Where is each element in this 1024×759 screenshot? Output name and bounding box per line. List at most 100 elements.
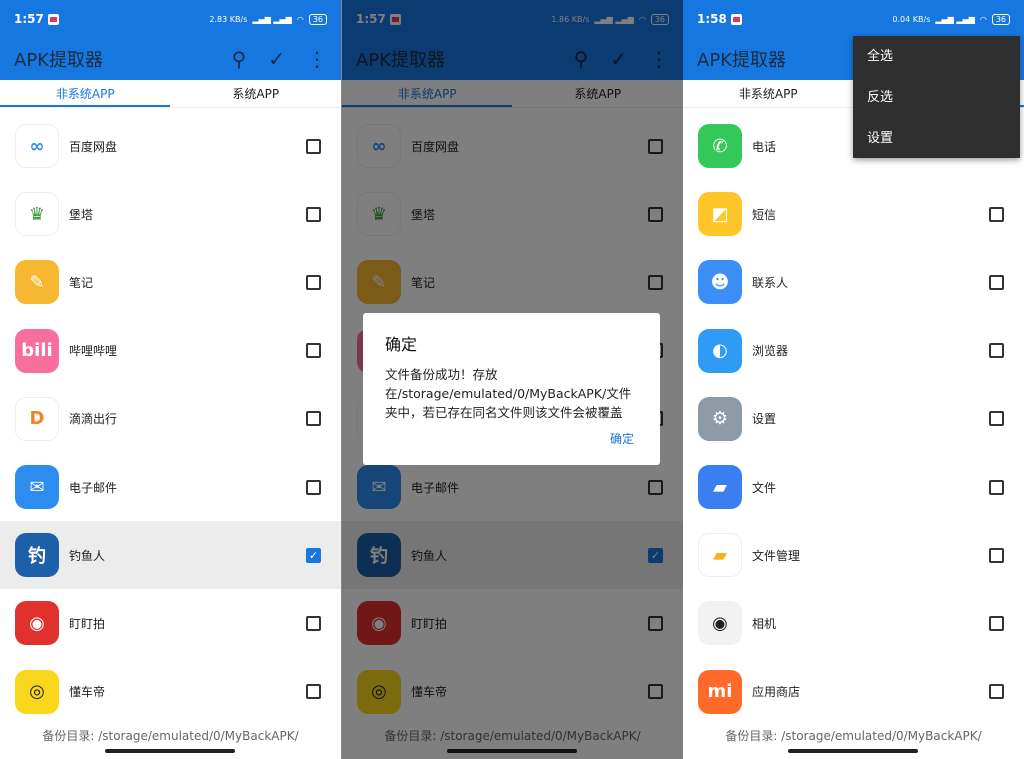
app-row[interactable]: ♛ 堡塔 (0, 180, 341, 248)
tab-system-app[interactable]: 系统APP (171, 80, 342, 107)
app-icon: ▰ (698, 465, 742, 510)
app-row[interactable]: D 滴滴出行 (0, 385, 341, 453)
success-dialog: 确定 文件备份成功！存放在/storage/emulated/0/MyBackA… (363, 313, 660, 465)
menu-item[interactable]: 反选 (853, 77, 1020, 118)
menu-item[interactable]: 设置 (853, 118, 1020, 159)
wifi-icon: ◠ (296, 14, 304, 24)
app-icon: ✆ (698, 124, 742, 169)
phone-screen-3: 1:58 0.04 KB/s ▂▄▆ ▂▄▆◠ 36 APK提取器 ⚲✓⋮ 非系… (683, 0, 1024, 759)
check-all-icon[interactable]: ✓ (268, 47, 285, 71)
app-toolbar: APK提取器 ⚲ ✓ ⋮ (0, 38, 341, 80)
app-checkbox[interactable] (306, 684, 321, 700)
app-name: 电话 (752, 139, 777, 154)
app-checkbox[interactable]: ✓ (306, 547, 321, 563)
notification-icon (47, 13, 59, 25)
app-row[interactable]: ∞ 百度网盘 (0, 112, 341, 180)
status-time: 1:57 (14, 12, 44, 26)
phone-screen-2: 1:57 1.86 KB/s ▂▄▆ ▂▄▆◠ 36 APK提取器 ⚲✓⋮ 非系… (342, 0, 683, 759)
home-indicator[interactable] (788, 749, 918, 753)
app-icon: ◉ (15, 601, 59, 646)
app-title: APK提取器 (14, 50, 103, 71)
app-name: 笔记 (69, 275, 94, 290)
app-icon: ◩ (698, 192, 742, 237)
app-icon: ∞ (15, 124, 59, 169)
app-icon: ✎ (15, 260, 59, 305)
app-checkbox[interactable] (989, 684, 1004, 700)
more-menu-icon[interactable]: ⋮ (307, 47, 327, 71)
app-name: 设置 (752, 412, 777, 427)
app-icon: ♛ (15, 192, 59, 237)
app-checkbox[interactable] (306, 274, 321, 290)
menu-item[interactable]: 全选 (853, 36, 1020, 77)
app-name: 文件管理 (752, 548, 801, 563)
app-checkbox[interactable] (306, 411, 321, 427)
backup-dir-label: 备份目录: /storage/emulated/0/MyBackAPK/ (42, 729, 299, 743)
app-name: 电子邮件 (69, 480, 118, 495)
app-row[interactable]: mi 应用商店 (683, 658, 1024, 726)
app-checkbox[interactable] (306, 343, 321, 359)
app-checkbox[interactable] (989, 411, 1004, 427)
dialog-message: 文件备份成功！存放在/storage/emulated/0/MyBackAPK/… (385, 367, 632, 420)
app-checkbox[interactable] (989, 615, 1004, 631)
app-name: 堡塔 (69, 207, 94, 222)
status-bar: 1:57 2.83 KB/s ▂▄▆ ▂▄▆ ◠ 36 (0, 0, 341, 38)
status-time: 1:58 (697, 12, 727, 26)
tab-bar: 非系统APP 系统APP (0, 80, 341, 108)
app-title: APK提取器 (697, 50, 786, 71)
app-row[interactable]: 钓 钓鱼人 ✓ (0, 521, 341, 590)
dialog-ok-button[interactable]: 确定 (610, 430, 634, 447)
app-name: 钓鱼人 (69, 548, 106, 563)
app-list: ∞ 百度网盘 ♛ 堡塔 ✎ 笔记 bili 哔哩哔哩 D 滴滴出行 ✉ 电子邮件… (0, 112, 341, 726)
app-icon: ⚙ (698, 396, 742, 441)
tab-non-system-app[interactable]: 非系统APP (0, 80, 171, 107)
app-row[interactable]: ◩ 短信 (683, 180, 1024, 248)
app-icon: 钓 (15, 533, 59, 578)
app-checkbox[interactable] (306, 138, 321, 154)
app-row[interactable]: ◉ 相机 (683, 589, 1024, 657)
app-row[interactable]: ▰ 文件管理 (683, 521, 1024, 589)
app-row[interactable]: bili 哔哩哔哩 (0, 317, 341, 385)
app-icon: ✉ (15, 465, 59, 510)
app-name: 滴滴出行 (69, 412, 118, 427)
app-row[interactable]: ▰ 文件 (683, 453, 1024, 521)
app-name: 懂车帝 (69, 685, 106, 700)
app-name: 相机 (752, 616, 777, 631)
app-row[interactable]: ✉ 电子邮件 (0, 453, 341, 521)
app-name: 文件 (752, 480, 777, 495)
app-row[interactable]: ☻ 联系人 (683, 248, 1024, 316)
battery-icon: 36 (991, 13, 1010, 25)
backup-dir-label: 备份目录: /storage/emulated/0/MyBackAPK/ (725, 729, 982, 743)
app-checkbox[interactable] (989, 547, 1004, 563)
search-icon[interactable]: ⚲ (232, 47, 247, 71)
tab-non-system-app[interactable]: 非系统APP (683, 80, 854, 107)
status-bar: 1:58 0.04 KB/s ▂▄▆ ▂▄▆ ◠ 36 (683, 0, 1024, 38)
app-icon: bili (15, 328, 59, 373)
app-checkbox[interactable] (989, 206, 1004, 222)
app-row[interactable]: ✎ 笔记 (0, 248, 341, 316)
app-name: 哔哩哔哩 (69, 344, 118, 359)
app-name: 联系人 (752, 275, 789, 290)
app-row[interactable]: ◉ 盯盯拍 (0, 589, 341, 657)
app-icon: ▰ (698, 533, 742, 578)
app-icon: ◉ (698, 601, 742, 646)
app-name: 浏览器 (752, 344, 789, 359)
app-row[interactable]: ◎ 懂车帝 (0, 658, 341, 726)
phone-screen-1: 1:57 2.83 KB/s ▂▄▆ ▂▄▆ ◠ 36 APK提取器 ⚲ ✓ ⋮ 非系… (0, 0, 341, 759)
app-icon: ◎ (15, 669, 59, 714)
app-row[interactable]: ⚙ 设置 (683, 385, 1024, 453)
app-checkbox[interactable] (306, 206, 321, 222)
app-checkbox[interactable] (989, 479, 1004, 495)
network-speed: 0.04 KB/s (892, 14, 931, 24)
app-checkbox[interactable] (989, 343, 1004, 359)
app-icon: mi (698, 669, 742, 714)
app-checkbox[interactable] (989, 274, 1004, 290)
signal-icon: ▂▄▆ ▂▄▆ (252, 14, 292, 24)
app-checkbox[interactable] (306, 615, 321, 631)
overflow-menu: 全选 反选 设置 (853, 36, 1020, 158)
app-row[interactable]: ◐ 浏览器 (683, 317, 1024, 385)
app-checkbox[interactable] (306, 479, 321, 495)
home-indicator[interactable] (105, 749, 235, 753)
network-speed: 2.83 KB/s (209, 14, 248, 24)
notification-icon (730, 13, 742, 25)
app-name: 百度网盘 (69, 139, 118, 154)
